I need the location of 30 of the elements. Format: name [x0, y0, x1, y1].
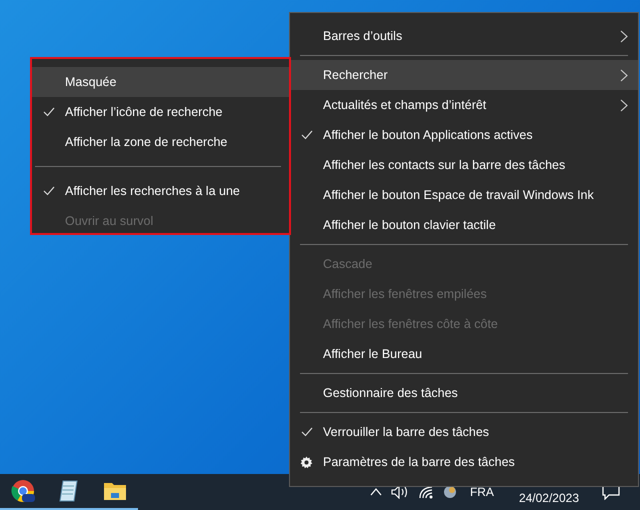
chevron-right-icon [620, 98, 628, 112]
settings-icon [300, 456, 313, 468]
menu-item[interactable]: Masquée [32, 67, 289, 97]
chevron-right-icon [620, 68, 628, 82]
menu-item[interactable]: Afficher les contacts sur la barre des tâches [290, 150, 638, 180]
language-indicator[interactable]: FRA [470, 485, 494, 499]
checkmark-icon [42, 186, 54, 196]
chevron-right-icon [620, 30, 628, 42]
menu-item[interactable]: Rechercher [290, 60, 638, 90]
menu-item[interactable]: Afficher les recherches à la une [32, 176, 289, 206]
menu-item[interactable]: Afficher l’icône de recherche [32, 97, 289, 127]
checkmark-icon [300, 130, 312, 140]
menu-item[interactable]: Gestionnaire des tâches [290, 378, 638, 408]
speaker-icon[interactable] [390, 485, 409, 499]
wifi-icon[interactable] [418, 485, 434, 499]
folder-icon [103, 480, 127, 502]
menu-item[interactable]: Afficher le bouton Applications actives [290, 120, 638, 150]
menu-item[interactable]: Barres d’outils [290, 21, 638, 51]
menu-item[interactable]: Actualités et champs d’intérêt [290, 90, 638, 120]
weather-icon[interactable] [442, 485, 457, 499]
chevron-up-icon[interactable] [370, 487, 382, 497]
checkmark-icon [300, 427, 312, 437]
menu-item[interactable]: Afficher le bouton Espace de travail Windows Ink [290, 180, 638, 210]
browser-icon [10, 478, 36, 504]
menu-item[interactable]: Afficher le Bureau [290, 339, 638, 369]
menu-item[interactable]: Afficher la zone de recherche [32, 127, 289, 157]
checkmark-icon [42, 107, 54, 117]
menu-item[interactable]: Verrouiller la barre des tâches [290, 417, 638, 447]
menu-item[interactable]: Afficher le bouton clavier tactile [290, 210, 638, 240]
menu-item[interactable]: Paramètres de la barre des tâches [290, 447, 638, 477]
